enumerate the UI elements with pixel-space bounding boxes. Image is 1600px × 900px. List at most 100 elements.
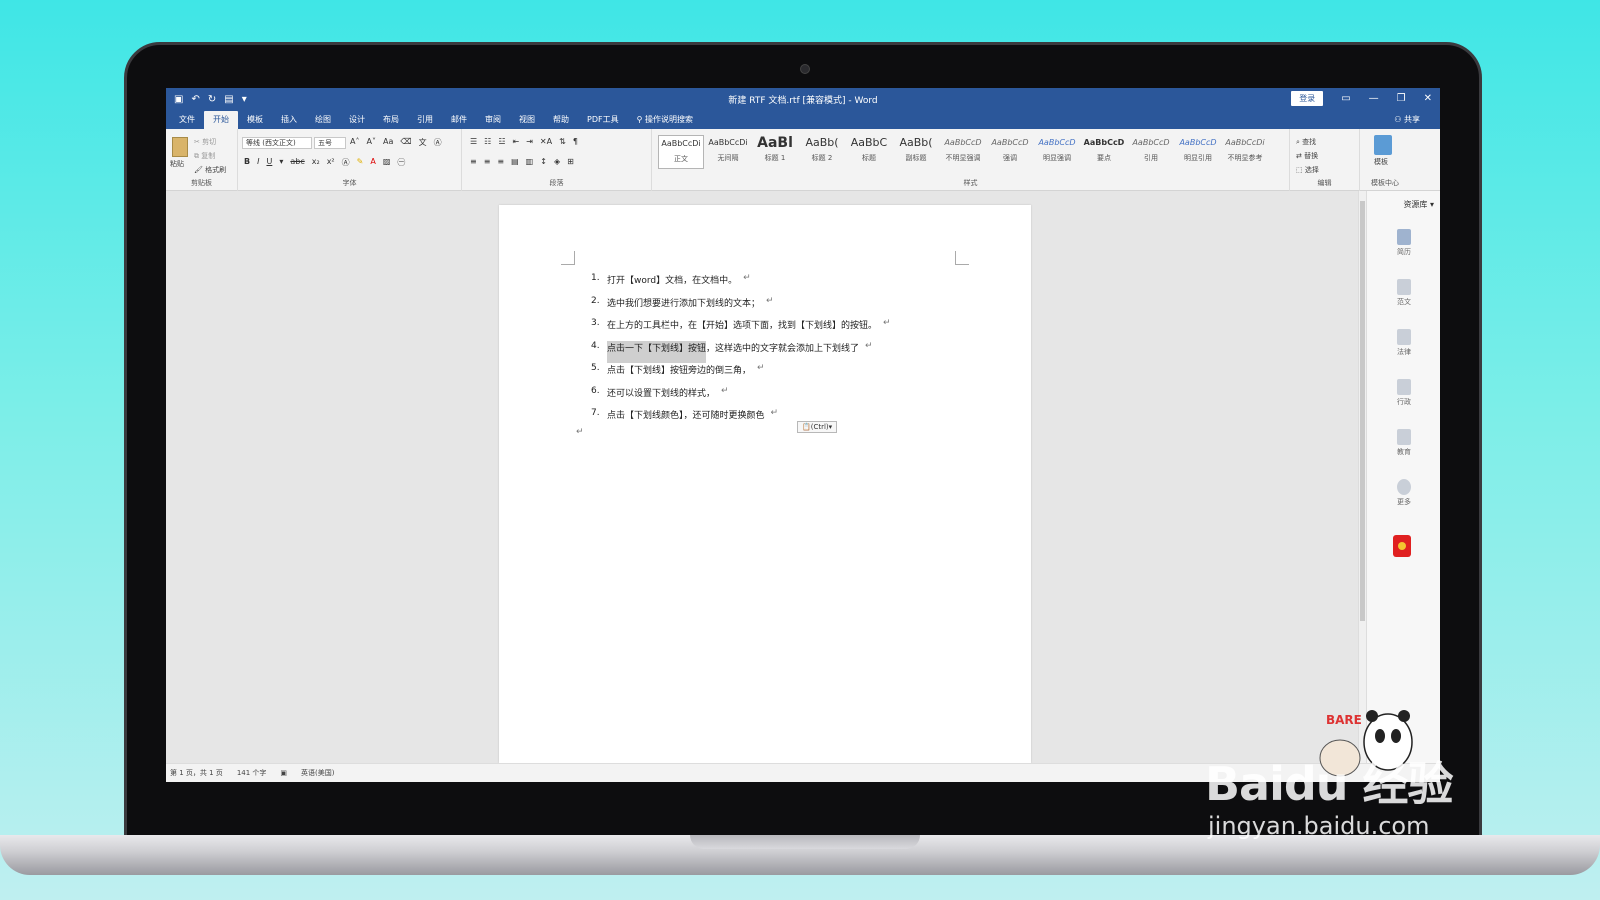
select-button[interactable]: ⬚ 选择	[1296, 163, 1319, 177]
red-packet-icon[interactable]	[1393, 535, 1411, 557]
login-button[interactable]: 登录	[1291, 91, 1324, 106]
tab-help[interactable]: 帮助	[544, 114, 578, 129]
style-item[interactable]: AaBbCcDi 正文	[658, 135, 704, 169]
distributed-icon[interactable]: ▥	[526, 157, 534, 166]
paste-label[interactable]: 粘贴	[170, 159, 184, 169]
font-color-icon[interactable]: A	[370, 157, 375, 168]
panel-item-sample[interactable]: 范文	[1383, 279, 1425, 307]
style-item[interactable]: AaBbCcD 要点	[1081, 135, 1127, 169]
center-icon[interactable]: ≡	[484, 157, 491, 166]
list-item[interactable]: 6. 还可以设置下划线的样式， ↵	[591, 386, 891, 409]
maximize-icon[interactable]: ❐	[1397, 93, 1406, 104]
strikethrough-icon[interactable]: abc	[290, 157, 304, 168]
close-icon[interactable]: ✕	[1424, 93, 1432, 104]
highlight-color-icon[interactable]: ✎	[357, 157, 364, 168]
resource-panel-title[interactable]: 资源库 ▾	[1367, 191, 1440, 210]
character-shading-icon[interactable]: ▨	[383, 157, 391, 168]
multilevel-list-icon[interactable]: ☳	[498, 137, 505, 146]
style-item[interactable]: AaBbC 标题	[846, 135, 892, 169]
panel-item-education[interactable]: 教育	[1383, 429, 1425, 457]
bullets-icon[interactable]: ☰	[470, 137, 477, 146]
style-item[interactable]: AaBbCcD 明显强调	[1034, 135, 1080, 169]
minimize-icon[interactable]: —	[1369, 93, 1379, 104]
scrollbar-thumb[interactable]	[1360, 201, 1365, 621]
list-item[interactable]: 4. 点击一下【下划线】按钮 ，这样选中的文字就会添加上下划线了 ↵	[591, 340, 891, 363]
align-right-icon[interactable]: ≡	[497, 157, 504, 166]
clear-format-icon[interactable]: ⌫	[400, 137, 411, 148]
tab-file[interactable]: 文件	[170, 114, 204, 129]
tab-template[interactable]: 模板	[238, 114, 272, 129]
list-item[interactable]: 2. 选中我们想要进行添加下划线的文本； ↵	[591, 296, 891, 319]
style-item[interactable]: AaBb(副标题	[893, 135, 939, 169]
text-effects-icon[interactable]: Ⓐ	[342, 157, 350, 168]
tab-view[interactable]: 视图	[510, 114, 544, 129]
tab-home[interactable]: 开始	[204, 111, 238, 129]
tab-insert[interactable]: 插入	[272, 114, 306, 129]
show-marks-icon[interactable]: ¶	[573, 137, 578, 146]
page-count[interactable]: 第 1 页，共 1 页	[170, 768, 223, 778]
tab-pdf-tools[interactable]: PDF工具	[578, 114, 628, 129]
panel-item-law[interactable]: 法律	[1383, 329, 1425, 357]
panel-item-admin[interactable]: 行政	[1383, 379, 1425, 407]
tab-layout[interactable]: 布局	[374, 114, 408, 129]
underline-icon[interactable]: U	[266, 157, 272, 168]
document-page[interactable]: 1. 打开【word】文档，在文档中。 ↵ 2. 选中我们想要进行添加下划线的文本； ↵ 3…	[499, 205, 1031, 763]
language-indicator[interactable]: 英语(美国)	[301, 768, 334, 778]
shading-icon[interactable]: ◈	[554, 157, 560, 166]
justify-icon[interactable]: ▤	[511, 157, 519, 166]
tab-draw[interactable]: 绘图	[306, 114, 340, 129]
style-item[interactable]: AaBb(标题 2	[799, 135, 845, 169]
underline-dropdown-icon[interactable]: ▾	[279, 157, 283, 168]
style-item[interactable]: AaBbCcD 明显引用	[1175, 135, 1221, 169]
numbering-icon[interactable]: ☷	[484, 137, 491, 146]
align-left-icon[interactable]: ≡	[470, 157, 477, 166]
enclose-characters-icon[interactable]: ㊀	[397, 157, 405, 168]
italic-icon[interactable]: I	[257, 157, 259, 168]
paste-icon[interactable]	[172, 137, 188, 157]
line-spacing-icon[interactable]: ↕	[540, 157, 547, 166]
proofing-icon[interactable]: ▣	[280, 769, 287, 777]
find-button[interactable]: ⌕ 查找	[1296, 135, 1319, 149]
tab-review[interactable]: 审阅	[476, 114, 510, 129]
cut-button[interactable]: ✂ 剪切	[194, 135, 226, 149]
selected-text[interactable]: 点击一下【下划线】按钮	[607, 340, 707, 363]
tab-mailings[interactable]: 邮件	[442, 114, 476, 129]
borders-icon[interactable]: ⊞	[567, 157, 574, 166]
subscript-icon[interactable]: x₂	[312, 157, 320, 168]
template-icon[interactable]	[1374, 135, 1392, 155]
panel-item-more[interactable]: 更多	[1383, 479, 1425, 507]
tab-design[interactable]: 设计	[340, 114, 374, 129]
tell-me-search[interactable]: ⚲ 操作说明搜索	[628, 114, 702, 129]
replace-button[interactable]: ⇄ 替换	[1296, 149, 1319, 163]
list-item[interactable]: 7. 点击【下划线颜色】，还可随时更换颜色 ↵	[591, 408, 891, 431]
character-border-icon[interactable]: Ⓐ	[434, 137, 442, 148]
list-item[interactable]: 1. 打开【word】文档，在文档中。 ↵	[591, 273, 891, 296]
vertical-scrollbar[interactable]	[1358, 191, 1366, 763]
sort-icon[interactable]: ⇅	[559, 137, 566, 146]
list-item[interactable]: 3. 在上方的工具栏中，在【开始】选项下面，找到【下划线】的按钮。 ↵	[591, 318, 891, 341]
style-item[interactable]: AaBbCcD 引用	[1128, 135, 1174, 169]
tab-references[interactable]: 引用	[408, 114, 442, 129]
copy-button[interactable]: ⧉ 复制	[194, 149, 226, 163]
phonetic-guide-icon[interactable]: 文	[419, 137, 427, 148]
ribbon-display-icon[interactable]: ▭	[1341, 93, 1350, 104]
chinese-layout-icon[interactable]: ✕A	[540, 137, 552, 146]
word-count[interactable]: 141 个字	[237, 768, 267, 778]
list-item[interactable]: 5. 点击【下划线】按钮旁边的倒三角， ↵	[591, 363, 891, 386]
style-item[interactable]: AaBl 标题 1	[752, 135, 798, 169]
grow-font-icon[interactable]: A˄	[350, 137, 359, 148]
shrink-font-icon[interactable]: A˅	[366, 137, 375, 148]
style-item[interactable]: AaBbCcD 不明显强调	[940, 135, 986, 169]
paste-options-button[interactable]: 📋(Ctrl)▾	[797, 421, 838, 433]
format-painter-button[interactable]: 🖌 格式刷	[194, 163, 226, 177]
bold-icon[interactable]: B	[244, 157, 250, 168]
decrease-indent-icon[interactable]: ⇤	[513, 137, 520, 146]
style-item[interactable]: AaBbCcDi 无间隔	[705, 135, 751, 169]
template-button-label[interactable]: 模板	[1374, 157, 1388, 167]
font-size-select[interactable]: 五号	[314, 137, 346, 149]
font-name-select[interactable]: 等线 (西文正文)	[242, 137, 312, 149]
style-item[interactable]: AaBbCcD 强调	[987, 135, 1033, 169]
style-item[interactable]: AaBbCcDi 不明显参考	[1222, 135, 1268, 169]
panel-item-resume[interactable]: 简历	[1383, 229, 1425, 257]
share-button[interactable]: ⚇ 共享	[1394, 114, 1420, 125]
